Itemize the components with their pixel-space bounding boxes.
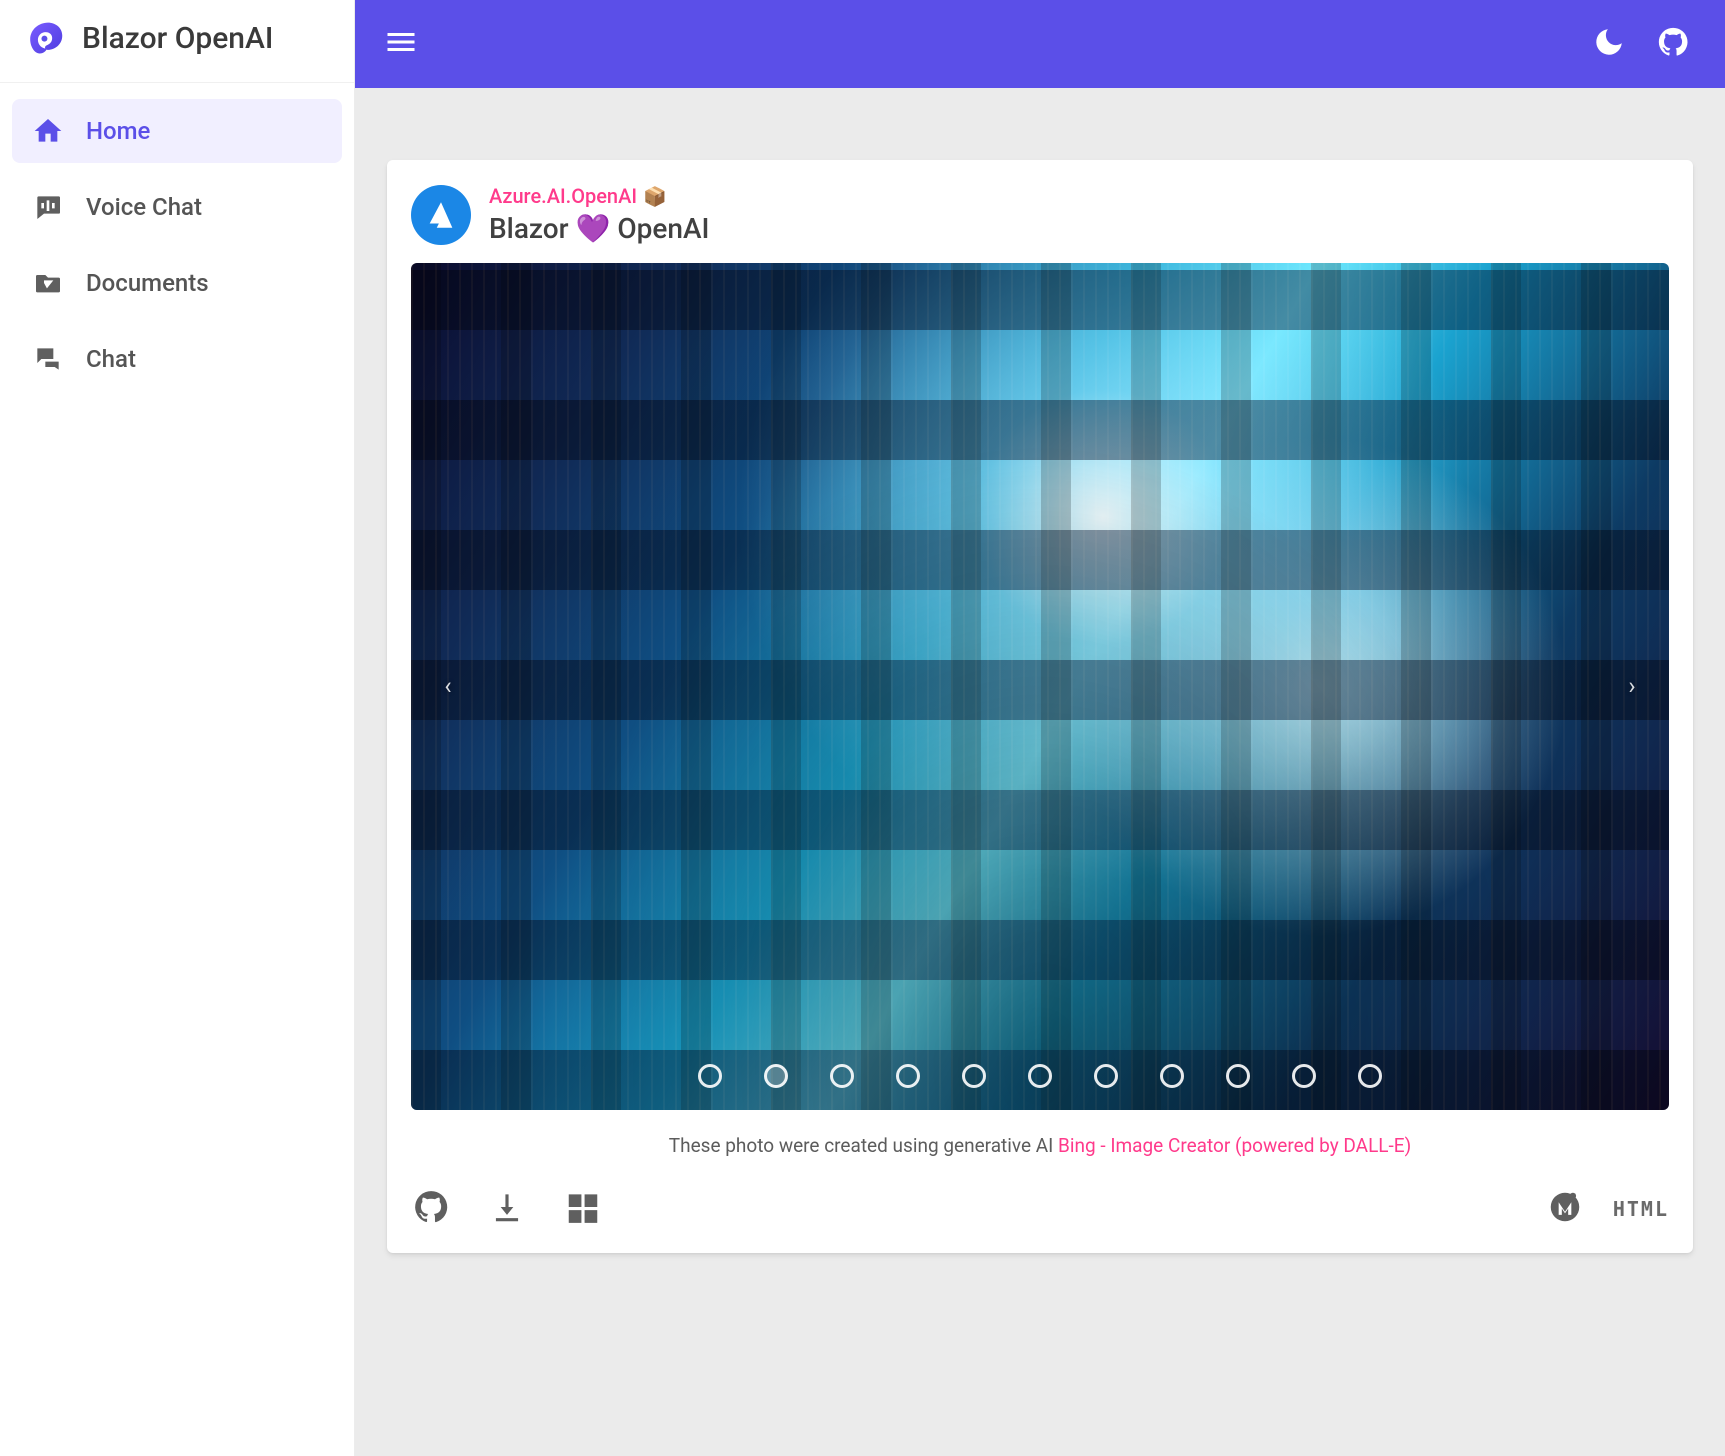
carousel-dot[interactable]: [1094, 1064, 1118, 1088]
chat-icon: [32, 343, 64, 375]
carousel-next-button[interactable]: ›: [1609, 663, 1655, 709]
package-icon: 📦: [643, 185, 667, 208]
sidebar-item-label: Chat: [86, 345, 136, 373]
main-column: Azure.AI.OpenAI 📦 Blazor 💜 OpenAI ‹ ›: [355, 0, 1725, 1456]
azure-badge-icon: [411, 185, 471, 245]
sidebar: Blazor OpenAI Home Voice Chat Documents: [0, 0, 355, 1456]
sidebar-nav: Home Voice Chat Documents Chat: [0, 83, 354, 403]
sidebar-item-label: Voice Chat: [86, 193, 202, 221]
chevron-right-icon: ›: [1628, 672, 1635, 700]
sidebar-item-chat[interactable]: Chat: [12, 327, 342, 391]
caption: These photo were created using generativ…: [387, 1126, 1693, 1183]
home-card: Azure.AI.OpenAI 📦 Blazor 💜 OpenAI ‹ ›: [387, 160, 1693, 1253]
github-link-button[interactable]: [1649, 20, 1697, 68]
topbar: [355, 0, 1725, 88]
carousel-dot[interactable]: [698, 1064, 722, 1088]
image-carousel: ‹ ›: [411, 263, 1669, 1110]
moon-icon: [1592, 25, 1626, 63]
mudblazor-icon: [1546, 1188, 1584, 1230]
card-title: Blazor 💜 OpenAI: [489, 212, 709, 245]
carousel-dot[interactable]: [1226, 1064, 1250, 1088]
sidebar-item-voice-chat[interactable]: Voice Chat: [12, 175, 342, 239]
carousel-dot[interactable]: [962, 1064, 986, 1088]
documents-icon: [32, 267, 64, 299]
menu-button[interactable]: [377, 20, 425, 68]
sidebar-item-home[interactable]: Home: [12, 99, 342, 163]
nuget-link[interactable]: Azure.AI.OpenAI 📦: [489, 184, 709, 208]
carousel-dots: [411, 1064, 1669, 1088]
footer-github-button[interactable]: [411, 1189, 451, 1229]
sidebar-item-documents[interactable]: Documents: [12, 251, 342, 315]
footer-windows-button[interactable]: [563, 1189, 603, 1229]
brand-title: Blazor OpenAI: [82, 21, 273, 56]
blazor-logo-icon: [28, 18, 68, 58]
carousel-dot[interactable]: [896, 1064, 920, 1088]
card-header-text: Azure.AI.OpenAI 📦 Blazor 💜 OpenAI: [489, 184, 709, 245]
content-area: Azure.AI.OpenAI 📦 Blazor 💜 OpenAI ‹ ›: [355, 88, 1725, 1456]
download-icon: [488, 1188, 526, 1230]
carousel-dot[interactable]: [1160, 1064, 1184, 1088]
voice-icon: [32, 191, 64, 223]
sidebar-item-label: Home: [86, 117, 150, 145]
brand: Blazor OpenAI: [0, 0, 354, 83]
footer-download-button[interactable]: [487, 1189, 527, 1229]
sidebar-item-label: Documents: [86, 269, 209, 297]
carousel-image: [411, 263, 1669, 1110]
carousel-dot[interactable]: [764, 1064, 788, 1088]
footer-mudblazor-button[interactable]: [1545, 1189, 1585, 1229]
chevron-left-icon: ‹: [444, 672, 451, 700]
carousel-dot[interactable]: [830, 1064, 854, 1088]
caption-link[interactable]: Bing - Image Creator (powered by DALL-E): [1058, 1134, 1411, 1157]
carousel-prev-button[interactable]: ‹: [425, 663, 471, 709]
github-icon: [1656, 25, 1690, 63]
carousel-dot[interactable]: [1292, 1064, 1316, 1088]
home-icon: [32, 115, 64, 147]
menu-icon: [383, 24, 419, 64]
card-header: Azure.AI.OpenAI 📦 Blazor 💜 OpenAI: [387, 160, 1693, 263]
app-root: Blazor OpenAI Home Voice Chat Documents: [0, 0, 1725, 1456]
footer-right: HTML: [1545, 1189, 1669, 1229]
carousel-dot[interactable]: [1028, 1064, 1052, 1088]
github-icon: [412, 1188, 450, 1230]
theme-toggle-button[interactable]: [1585, 20, 1633, 68]
caption-text: These photo were created using generativ…: [669, 1134, 1058, 1157]
footer-left: [411, 1189, 603, 1229]
nuget-link-label: Azure.AI.OpenAI: [489, 184, 637, 208]
html-badge[interactable]: HTML: [1613, 1197, 1669, 1221]
card-footer: HTML: [387, 1183, 1693, 1253]
windows-icon: [564, 1188, 602, 1230]
carousel-dot[interactable]: [1358, 1064, 1382, 1088]
